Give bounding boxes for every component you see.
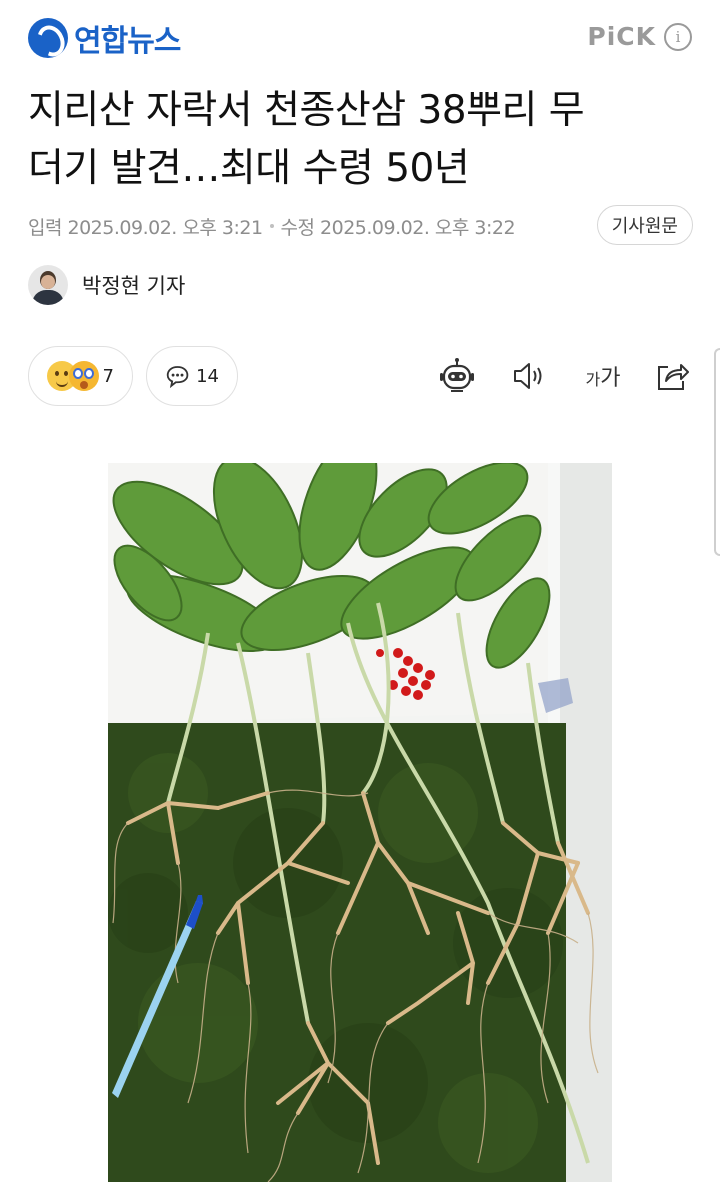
reporter-avatar bbox=[28, 265, 68, 305]
reporter-name: 박정현 기자 bbox=[82, 274, 186, 298]
speaker-icon[interactable] bbox=[508, 356, 548, 396]
font-size-big-glyph: 가 bbox=[600, 366, 621, 391]
meta-separator-dot bbox=[269, 224, 274, 228]
article-meta: 입력 2025.09.02. 오후 3:21 수정 2025.09.02. 오후… bbox=[28, 205, 693, 245]
yonhap-logo-icon bbox=[28, 18, 68, 58]
published-time: 입력 2025.09.02. 오후 3:21 bbox=[28, 216, 263, 239]
font-size-icon[interactable]: 가가 bbox=[580, 356, 626, 396]
font-size-small-glyph: 가 bbox=[585, 370, 601, 389]
pick-badge[interactable]: PiCK i bbox=[587, 22, 692, 51]
article-title: 지리산 자락서 천종산삼 38뿌리 무 더기 발견…최대 수령 50년 bbox=[28, 82, 688, 198]
scrollbar[interactable] bbox=[714, 348, 720, 556]
robot-summary-icon[interactable] bbox=[437, 356, 477, 396]
reaction-button[interactable]: 7 bbox=[28, 346, 133, 406]
share-icon[interactable] bbox=[652, 356, 692, 396]
comment-bubble-icon bbox=[166, 366, 189, 389]
modified-time: 수정 2025.09.02. 오후 3:22 bbox=[280, 216, 516, 239]
article-title-line-2: 더기 발견…최대 수령 50년 bbox=[28, 146, 470, 191]
original-article-button[interactable]: 기사원문 bbox=[596, 205, 693, 245]
brand-name: 연합뉴스 bbox=[74, 24, 181, 59]
comment-count: 14 bbox=[196, 365, 219, 387]
reaction-count: 7 bbox=[102, 365, 114, 387]
comment-button[interactable]: 14 bbox=[146, 346, 238, 406]
reporter-info[interactable]: 박정현 기자 bbox=[28, 265, 185, 305]
pick-label: PiCK bbox=[587, 22, 656, 51]
article-action-bar: 7 14 가가 bbox=[28, 346, 692, 408]
brand-logo[interactable]: 연합뉴스 bbox=[28, 16, 181, 60]
info-icon[interactable]: i bbox=[664, 22, 692, 51]
article-title-line-1: 지리산 자락서 천종산삼 38뿌리 무 bbox=[28, 88, 585, 133]
top-bar: 연합뉴스 PiCK i bbox=[0, 0, 720, 80]
reaction-emoji-icon bbox=[47, 359, 99, 393]
article-photo[interactable] bbox=[108, 463, 612, 1182]
